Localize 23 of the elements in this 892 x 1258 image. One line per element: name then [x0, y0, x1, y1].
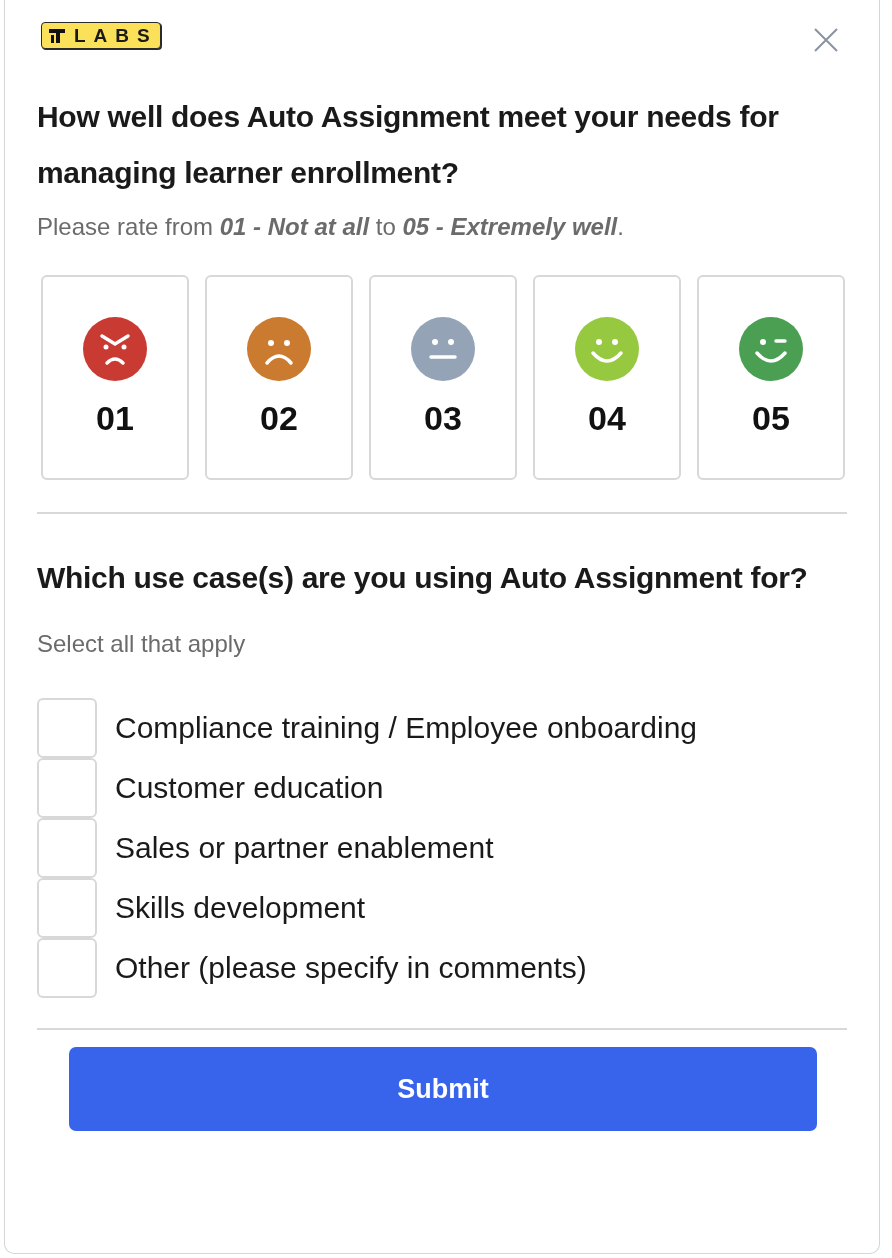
rating-hint: Please rate from 01 - Not at all to 05 - Extremely well. — [37, 213, 625, 241]
checkbox[interactable] — [37, 698, 97, 758]
close-icon[interactable] — [813, 27, 839, 53]
logo-text: LABS — [74, 25, 158, 47]
rating-card[interactable]: 02 — [205, 275, 353, 480]
checkbox-label[interactable]: Sales or partner enablement — [115, 831, 494, 865]
question-hint: Select all that apply — [37, 630, 247, 658]
question-title: How well does Auto Assignment meet your needs for managing learner enrollment? — [37, 99, 780, 191]
checkbox[interactable] — [37, 878, 97, 938]
checkbox-label[interactable]: Skills development — [115, 891, 366, 925]
logo-mark-icon — [48, 28, 66, 44]
rating-card[interactable]: 03 — [369, 275, 517, 480]
checkbox-label[interactable]: Customer education — [115, 771, 384, 805]
checkbox[interactable] — [37, 938, 97, 998]
submit-button[interactable]: Submit — [69, 1047, 817, 1131]
checkbox-label[interactable]: Other (please specify in comments) — [115, 951, 587, 985]
rating-card[interactable]: 05 — [697, 275, 845, 480]
question-title: Which use case(s) are you using Auto Assignment for? — [37, 560, 809, 596]
rating-card[interactable]: 01 — [41, 275, 189, 480]
checkbox-label[interactable]: Compliance training / Employee onboarding — [115, 711, 697, 745]
rating-card[interactable]: 04 — [533, 275, 681, 480]
checkbox[interactable] — [37, 758, 97, 818]
checkbox[interactable] — [37, 818, 97, 878]
